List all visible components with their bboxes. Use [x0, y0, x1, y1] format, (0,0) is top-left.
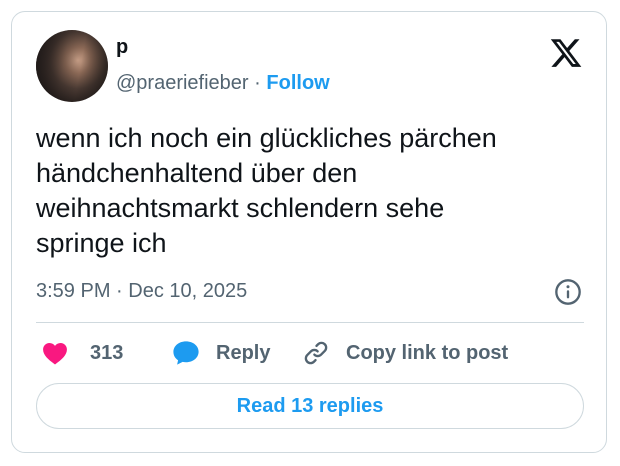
divider: [36, 322, 584, 323]
tweet-time: 3:59 PM: [36, 280, 111, 302]
read-replies-button[interactable]: Read 13 replies: [36, 383, 584, 429]
info-icon[interactable]: [554, 278, 582, 306]
copy-link-button[interactable]: Copy link to post: [302, 338, 508, 368]
reply-label: Reply: [216, 341, 271, 364]
avatar-image: [36, 30, 108, 102]
tweet-timestamp[interactable]: 3:59 PM · Dec 10, 2025: [36, 278, 247, 304]
timestamp-separator: ·: [116, 280, 123, 302]
x-logo-icon[interactable]: [549, 36, 583, 70]
author-handle[interactable]: @praeriefieber: [116, 72, 249, 94]
link-icon: [304, 341, 328, 365]
heart-icon: [43, 343, 67, 365]
avatar[interactable]: [36, 30, 108, 102]
tweet-card: p @praeriefieber · Follow wenn ich noch …: [11, 11, 607, 453]
follow-button[interactable]: Follow: [266, 72, 329, 94]
reply-bubble-icon: [173, 341, 199, 365]
read-replies-label: Read 13 replies: [236, 394, 384, 417]
author-display-name[interactable]: p: [116, 36, 128, 58]
copy-link-label: Copy link to post: [346, 341, 509, 364]
author-handle-row: @praeriefieber · Follow: [116, 71, 330, 95]
action-bar: 313 Reply Copy link to post: [36, 338, 584, 368]
handle-separator: ·: [254, 72, 261, 94]
tweet-text: wenn ich noch ein glückliches pärchen hä…: [36, 123, 497, 258]
tweet-date: Dec 10, 2025: [128, 280, 248, 302]
like-count: 313: [90, 341, 124, 364]
reply-button[interactable]: Reply: [172, 338, 270, 368]
like-button[interactable]: 313: [42, 338, 123, 368]
